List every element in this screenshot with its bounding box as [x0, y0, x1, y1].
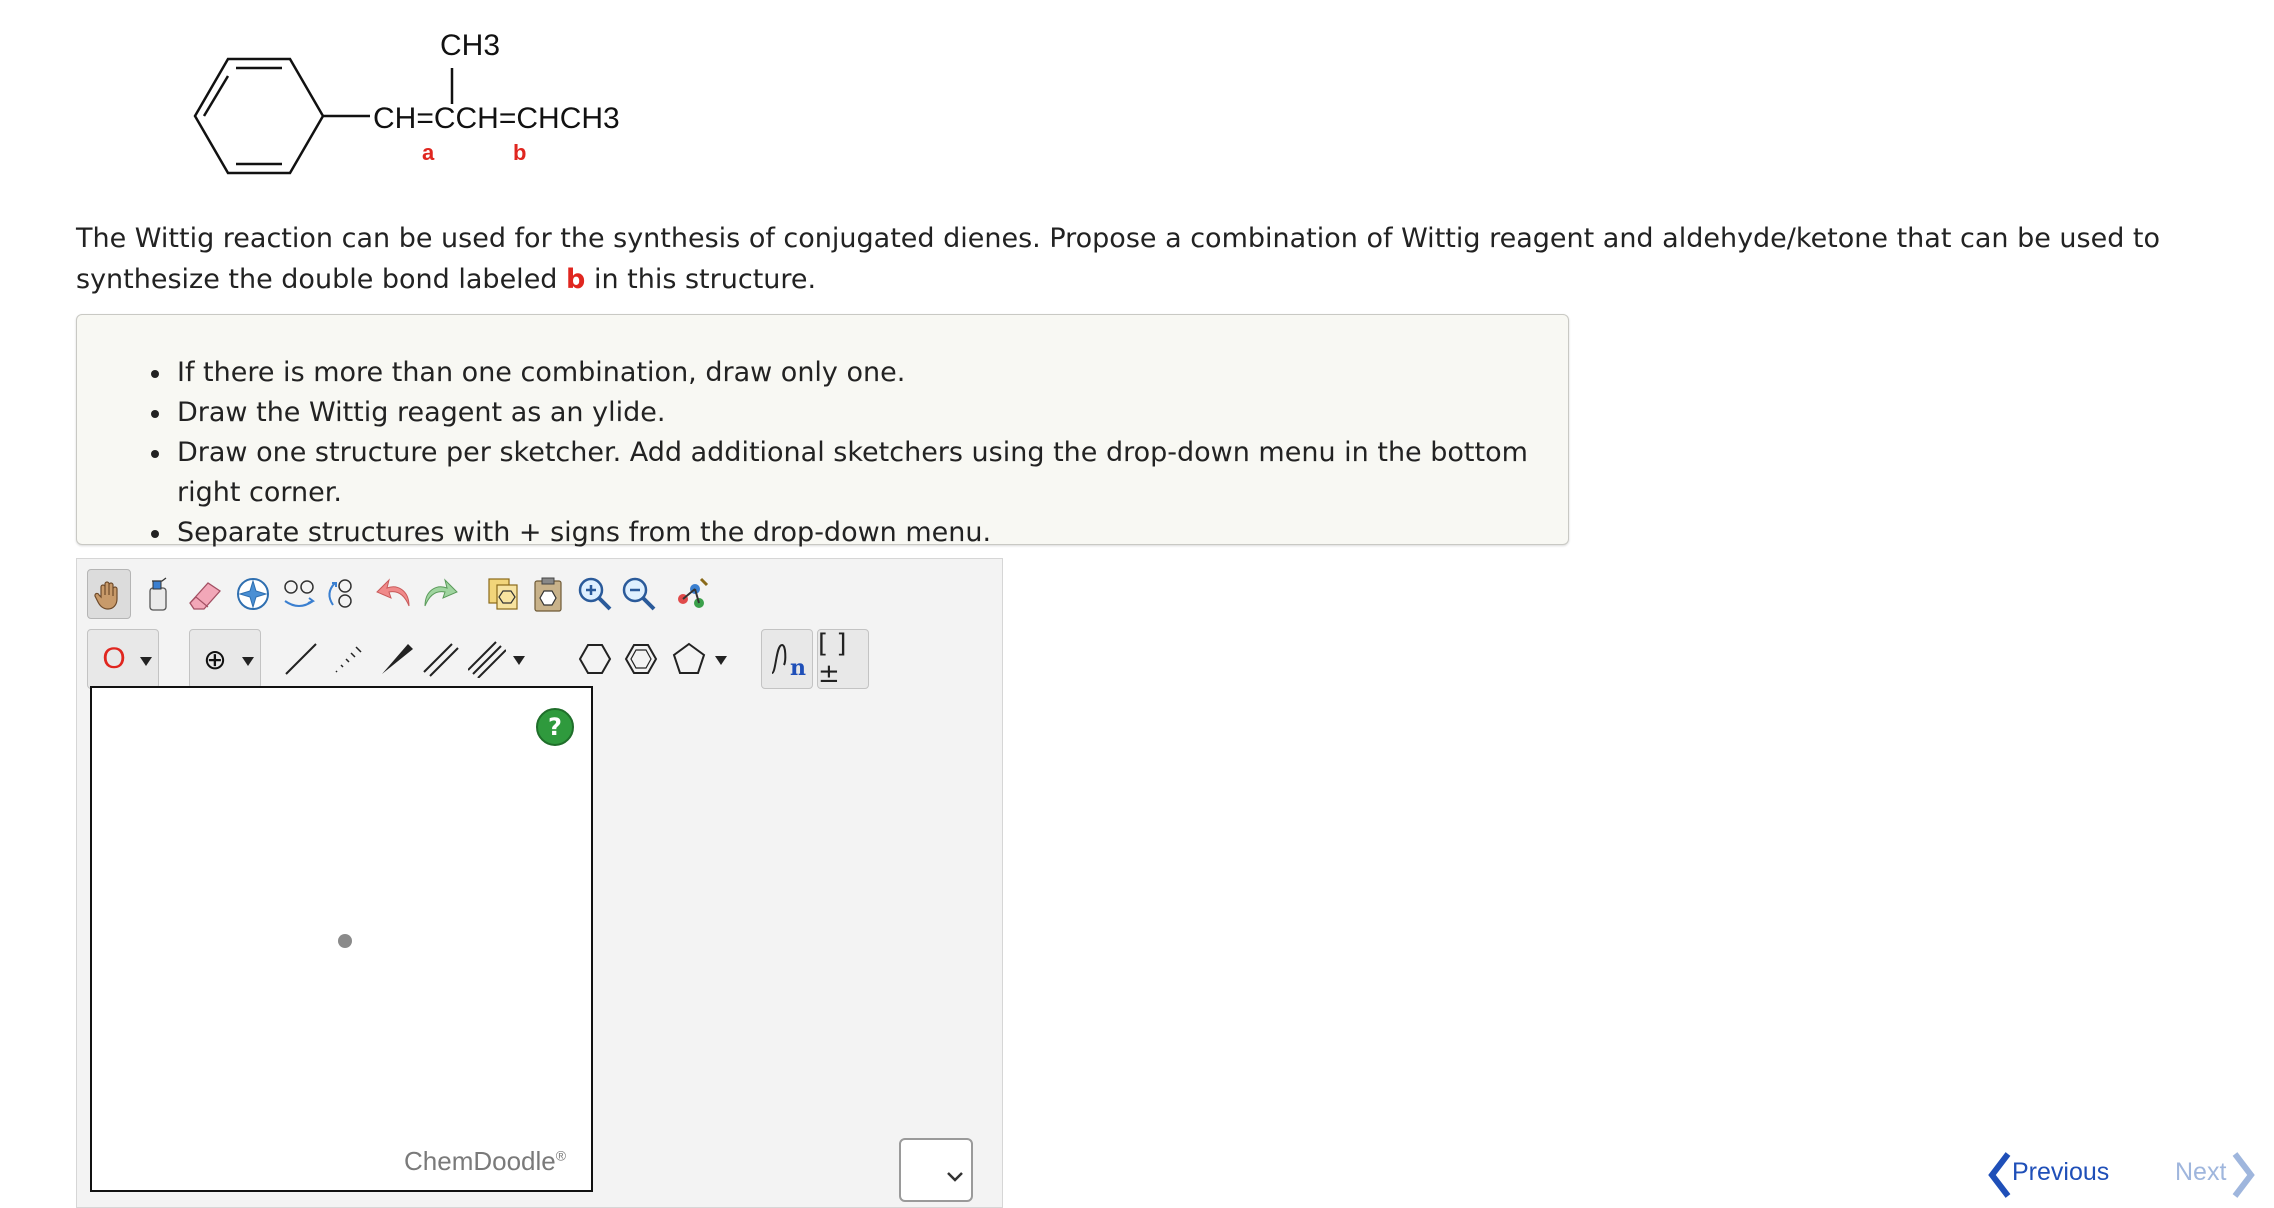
add-sketcher-dropdown[interactable] [899, 1138, 973, 1202]
hashed-bond-button[interactable] [327, 634, 371, 684]
paste-button[interactable] [527, 569, 571, 619]
dropdown-arrow-icon [242, 657, 254, 666]
cyclopentane-icon [672, 642, 706, 674]
sketcher-canvas[interactable]: ? ChemDoodle® [90, 686, 593, 1192]
double-bond-icon [423, 643, 459, 677]
previous-button[interactable]: Previous [1988, 1152, 2110, 1198]
flip-button[interactable] [277, 569, 321, 619]
undo-arrow-icon [376, 578, 410, 607]
instruction-item: If there is more than one combination, d… [151, 353, 1568, 393]
previous-label: Previous [2012, 1158, 2110, 1186]
single-bond-icon [285, 643, 317, 675]
rotate-molecule-icon [328, 579, 352, 608]
chevron-down-icon [947, 1172, 963, 1182]
undo-button[interactable] [373, 569, 417, 619]
watermark-text: ChemDoodle [404, 1146, 556, 1176]
benzene-icon [624, 644, 658, 674]
bond-label-b: b [513, 140, 526, 165]
hashed-wedge-bond-icon [335, 646, 362, 673]
eraser-icon [189, 582, 221, 610]
clean-molecule-icon [678, 577, 709, 608]
bracket-charge-icon: [ ]± [818, 629, 847, 689]
zoom-out-button[interactable] [617, 569, 661, 619]
repeat-unit-button[interactable]: n [761, 629, 813, 689]
center-compass-icon [237, 578, 269, 610]
benzene-button[interactable] [619, 634, 663, 684]
atom-label-dropdown[interactable]: O [87, 629, 159, 689]
charge-icon: ⊕ [203, 642, 227, 676]
chemical-structure: CH3 CH=CCH=CHCH3 a b [160, 20, 720, 190]
eraser-button[interactable] [183, 569, 227, 619]
clear-button[interactable] [135, 569, 179, 619]
dropdown-arrow-icon [715, 656, 727, 665]
instructions-box: If there is more than one combination, d… [76, 314, 1569, 548]
question-text-after: in this structure. [585, 264, 817, 295]
zoom-in-icon [578, 577, 612, 611]
dropdown-arrow-icon [140, 657, 152, 666]
instructions-list: If there is more than one combination, d… [77, 315, 1568, 553]
chevron-left-icon [1988, 1152, 2011, 1198]
ring-dropdown[interactable] [665, 629, 735, 689]
cyclohexane-button[interactable] [573, 634, 617, 684]
instruction-item: Separate structures with + signs from th… [151, 513, 1568, 553]
help-button[interactable]: ? [536, 708, 574, 746]
methyl-label: CH3 [440, 29, 500, 62]
clear-bottle-icon [149, 577, 167, 611]
redo-button[interactable] [417, 569, 461, 619]
rotate-button[interactable] [321, 569, 365, 619]
bracket-charge-button[interactable]: [ ]± [817, 629, 869, 689]
registered-mark: ® [555, 1147, 567, 1164]
question-highlight: b [566, 264, 586, 295]
copy-button[interactable] [481, 569, 525, 619]
paste-clipboard-icon [534, 577, 562, 612]
question-text-before: The Wittig reaction can be used for the … [76, 223, 2161, 295]
copy-icon [488, 578, 518, 610]
flip-molecule-icon [284, 580, 316, 607]
double-bond-button[interactable] [419, 634, 463, 684]
structure-drawing: CH3 CH=CCH=CHCH3 a b [193, 29, 620, 175]
atom-label: O [102, 642, 126, 675]
dropdown-arrow-icon [513, 656, 525, 665]
instruction-item: Draw the Wittig reagent as an ylide. [151, 393, 1568, 433]
chain-label: CH=CCH=CHCH3 [373, 102, 620, 135]
question-text: The Wittig reaction can be used for the … [76, 218, 2226, 300]
wedge-bond-button[interactable] [375, 634, 419, 684]
svg-text:n: n [790, 655, 806, 679]
zoom-out-icon [622, 577, 656, 611]
bond-label-a: a [422, 140, 435, 165]
instruction-item: Draw one structure per sketcher. Add add… [151, 433, 1568, 513]
benzene-ring [193, 57, 325, 175]
redo-arrow-icon [424, 578, 458, 607]
hand-tool-button[interactable] [87, 569, 131, 619]
chevron-right-icon [2232, 1152, 2255, 1198]
center-button[interactable] [231, 569, 275, 619]
zoom-in-button[interactable] [573, 569, 617, 619]
hand-icon [94, 581, 118, 610]
triple-bond-dropdown[interactable] [463, 629, 533, 689]
wedge-bond-icon [382, 644, 413, 674]
charge-dropdown[interactable]: ⊕ [189, 629, 261, 689]
triple-bond-icon [468, 641, 506, 678]
clean-structure-button[interactable] [669, 569, 713, 619]
canvas-cursor-dot [338, 934, 352, 948]
repeat-unit-icon: n [771, 643, 806, 679]
chemdoodle-watermark: ChemDoodle® [404, 1146, 566, 1177]
cyclohexane-icon [578, 644, 612, 674]
next-label: Next [2175, 1158, 2227, 1186]
next-button[interactable]: Next [2175, 1152, 2255, 1198]
single-bond-button[interactable] [279, 634, 323, 684]
